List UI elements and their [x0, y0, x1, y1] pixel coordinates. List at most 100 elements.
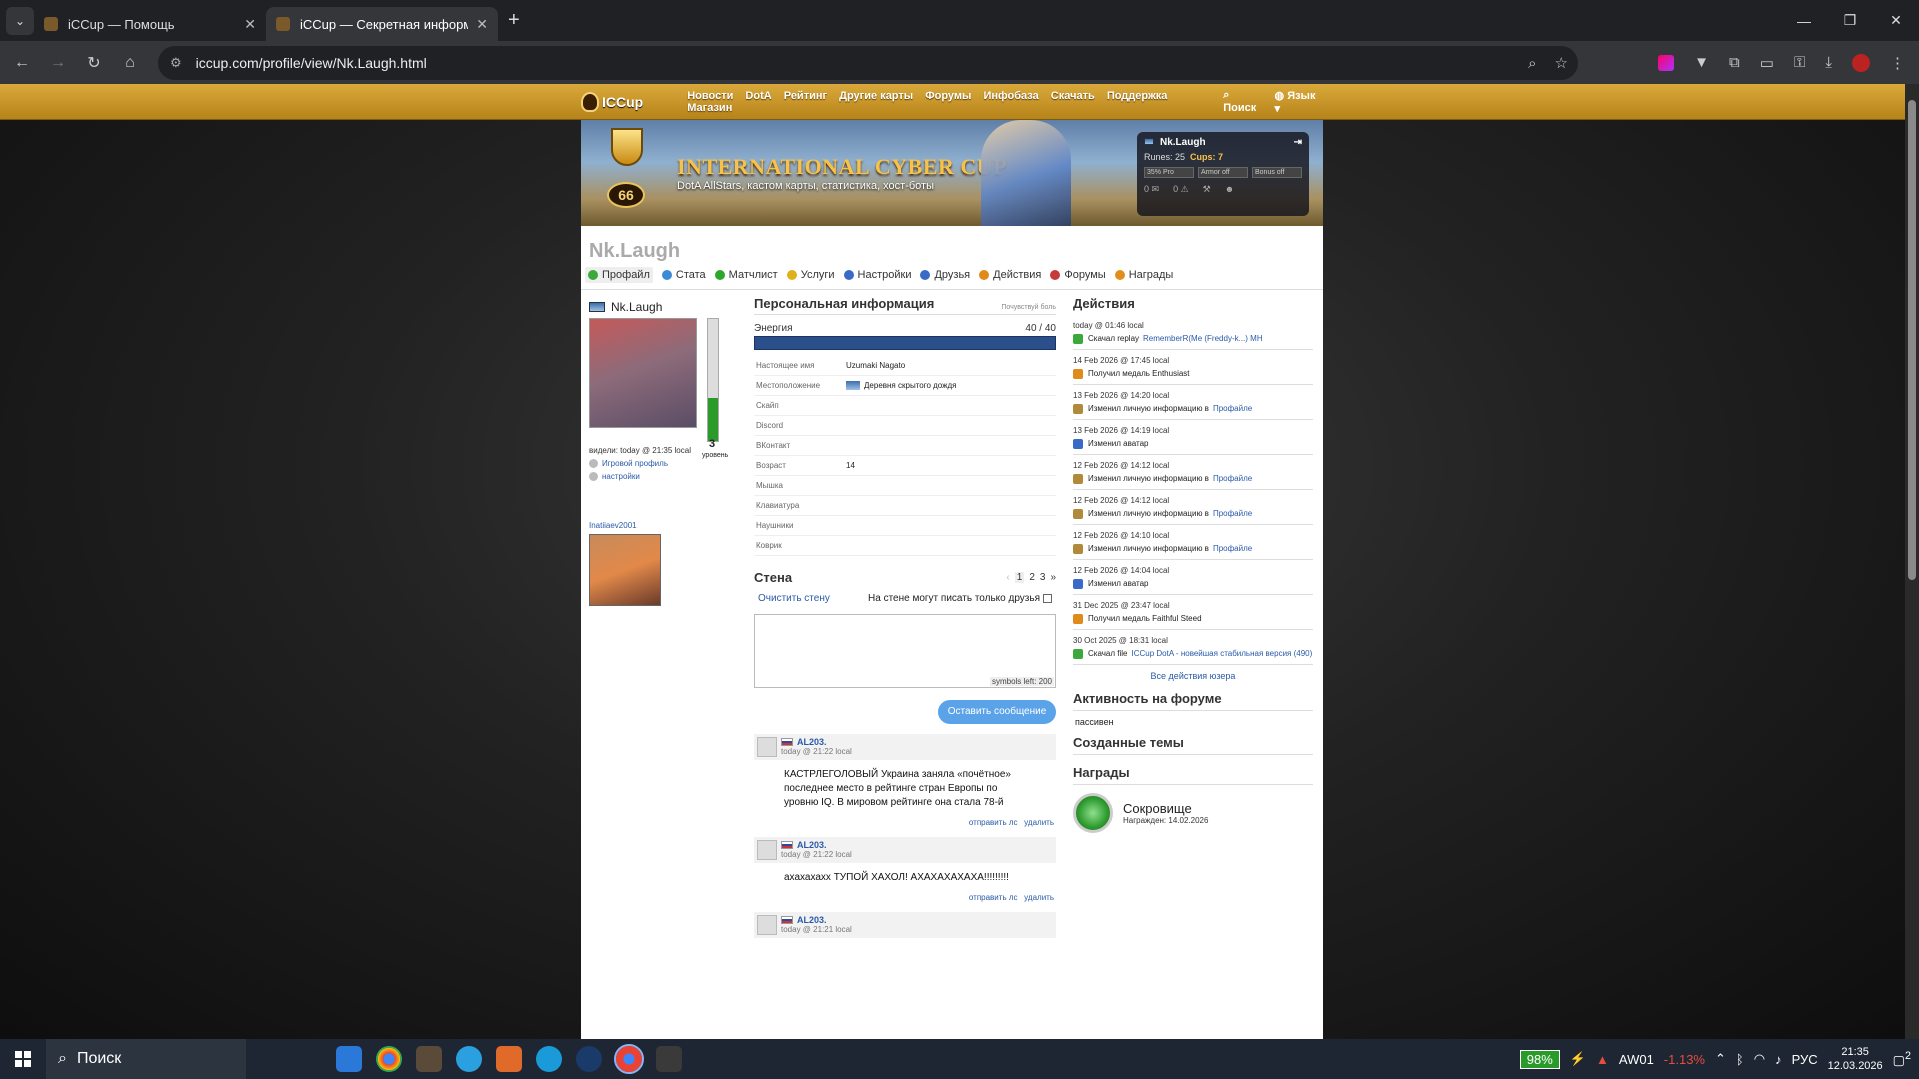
tab-stats[interactable]: Стата	[661, 267, 706, 283]
message-author[interactable]: AL203.	[797, 840, 827, 850]
stock-change[interactable]: -1.13%	[1664, 1052, 1705, 1067]
address-bar[interactable]: ⚙ iccup.com/profile/view/Nk.Laugh.html ⌕…	[158, 46, 1578, 80]
send-pm-link[interactable]: отправить лс	[969, 893, 1018, 902]
bookmark-star-icon[interactable]: ☆	[1555, 54, 1568, 72]
nav-rating[interactable]: Рейтинг	[784, 90, 827, 102]
friend-card[interactable]: Inatiiaev2001	[589, 521, 731, 606]
profile-avatar-icon[interactable]	[1852, 53, 1870, 72]
nav-dota[interactable]: DotA	[745, 90, 771, 102]
award-item[interactable]: Сокровище Награжден: 14.02.2026	[1073, 793, 1313, 833]
pager-page[interactable]: 1	[1014, 572, 1025, 583]
nav-infobase[interactable]: Инфобаза	[983, 90, 1038, 102]
reload-icon[interactable]: ↻	[76, 53, 112, 73]
clear-wall-link[interactable]: Очистить стену	[758, 593, 830, 604]
tab-awards[interactable]: Награды	[1114, 267, 1173, 283]
pager-page[interactable]: 3	[1040, 572, 1046, 583]
close-tab-icon[interactable]: ✕	[476, 16, 488, 33]
nav-news[interactable]: Новости	[687, 90, 733, 102]
passwords-icon[interactable]: ⚿	[1794, 54, 1805, 71]
downloads-icon[interactable]: ⤓	[1825, 54, 1832, 71]
pager-next[interactable]: »	[1050, 572, 1056, 583]
vscode-icon[interactable]	[336, 1046, 362, 1072]
warcraft-icon[interactable]	[656, 1046, 682, 1072]
puzzle-extensions-icon[interactable]: ⧉	[1729, 54, 1740, 71]
scrollbar-thumb[interactable]	[1908, 100, 1916, 580]
close-tab-icon[interactable]: ✕	[244, 16, 256, 33]
author-avatar[interactable]	[757, 737, 777, 757]
steam-icon[interactable]	[576, 1046, 602, 1072]
tray-overflow-icon[interactable]: ⌃	[1715, 1051, 1726, 1067]
bonus-status[interactable]: Bonus off	[1252, 167, 1302, 178]
user-icon[interactable]: ☻	[1225, 184, 1234, 195]
telegram-icon[interactable]	[456, 1046, 482, 1072]
language-indicator[interactable]: РУС	[1792, 1052, 1818, 1067]
language-select[interactable]: ◍ Язык ▾	[1275, 89, 1323, 115]
volume-icon[interactable]: ♪	[1775, 1052, 1782, 1067]
messages-icon[interactable]: 0 ✉	[1144, 184, 1159, 195]
friends-only-checkbox[interactable]	[1043, 593, 1052, 603]
new-tab-icon[interactable]: +	[508, 9, 520, 32]
pro-status[interactable]: 35% Pro	[1144, 167, 1194, 178]
friend-name[interactable]: Inatiiaev2001	[589, 521, 731, 530]
action-link[interactable]: Профайле	[1213, 474, 1252, 483]
warnings-icon[interactable]: 0 ⚠	[1173, 184, 1189, 195]
wifi-icon[interactable]: ◠	[1754, 1051, 1765, 1067]
settings-link[interactable]: настройки	[589, 472, 731, 481]
home-icon[interactable]: ⌂	[112, 54, 148, 72]
nav-support[interactable]: Поддержка	[1107, 90, 1168, 102]
game-launcher-icon[interactable]	[416, 1046, 442, 1072]
action-link[interactable]: Профайле	[1213, 509, 1252, 518]
back-icon[interactable]: ←	[4, 54, 40, 72]
forward-icon[interactable]: →	[40, 54, 76, 72]
minimize-icon[interactable]: —	[1781, 0, 1827, 41]
all-actions-link[interactable]: Все действия юзера	[1073, 671, 1313, 681]
pager-prev[interactable]: ‹	[1006, 572, 1009, 583]
extension-icon[interactable]	[1658, 54, 1675, 71]
site-logo[interactable]: ICCup	[581, 92, 643, 112]
office-icon[interactable]	[496, 1046, 522, 1072]
armor-status[interactable]: Armor off	[1198, 167, 1248, 178]
browser-tab-1[interactable]: iCCup — Помощь ✕	[34, 7, 266, 41]
send-pm-link[interactable]: отправить лс	[969, 818, 1018, 827]
nav-forums[interactable]: Форумы	[925, 90, 971, 102]
tools-icon[interactable]: ⚒	[1203, 184, 1211, 195]
tab-services[interactable]: Услуги	[786, 267, 835, 283]
start-button[interactable]	[0, 1039, 46, 1079]
menu-kebab-icon[interactable]: ⋮	[1890, 54, 1905, 72]
chrome-icon[interactable]	[376, 1046, 402, 1072]
pager-page[interactable]: 2	[1029, 572, 1035, 583]
action-link[interactable]: RememberR(Me (Freddy-k...) MH	[1143, 334, 1263, 343]
message-author[interactable]: AL203.	[797, 737, 827, 747]
message-author[interactable]: AL203.	[797, 915, 827, 925]
userbox-name[interactable]: Nk.Laugh	[1160, 137, 1206, 148]
tab-forums[interactable]: Форумы	[1050, 267, 1106, 283]
wall-message-input[interactable]: symbols left: 200	[754, 614, 1056, 688]
logout-icon[interactable]: ⇥	[1294, 137, 1302, 148]
battery-indicator[interactable]: 98%	[1519, 1049, 1560, 1069]
delete-message-link[interactable]: удалить	[1024, 893, 1054, 902]
close-window-icon[interactable]: ✕	[1873, 0, 1919, 41]
page-scrollbar[interactable]	[1905, 84, 1919, 1039]
action-link[interactable]: Профайле	[1213, 404, 1252, 413]
tab-actions[interactable]: Действия	[979, 267, 1041, 283]
tab-search-icon[interactable]: ⌄	[6, 6, 34, 35]
delete-message-link[interactable]: удалить	[1024, 818, 1054, 827]
restore-icon[interactable]: ❐	[1827, 0, 1873, 41]
bluetooth-icon[interactable]: ᛒ	[1736, 1052, 1744, 1067]
action-link[interactable]: Профайле	[1213, 544, 1252, 553]
edge-icon[interactable]	[536, 1046, 562, 1072]
reading-list-icon[interactable]: ▭	[1760, 54, 1774, 72]
clock[interactable]: 21:35 12.03.2026	[1828, 1045, 1883, 1073]
author-avatar[interactable]	[757, 840, 777, 860]
action-link[interactable]: ICCup DotA - новейшая стабильная версия …	[1131, 649, 1312, 658]
friend-avatar[interactable]	[589, 534, 661, 606]
site-search[interactable]: ⌕ Поиск	[1223, 89, 1264, 115]
tab-profile[interactable]: Профайл	[585, 267, 653, 283]
nav-other-maps[interactable]: Другие карты	[839, 90, 913, 102]
nav-download[interactable]: Скачать	[1051, 90, 1095, 102]
zoom-icon[interactable]: ⌕	[1528, 55, 1536, 72]
stock-name[interactable]: AW01	[1619, 1052, 1654, 1067]
tab-settings[interactable]: Настройки	[843, 267, 911, 283]
nav-shop[interactable]: Магазин	[687, 102, 732, 114]
tab-matchlist[interactable]: Матчлист	[714, 267, 778, 283]
